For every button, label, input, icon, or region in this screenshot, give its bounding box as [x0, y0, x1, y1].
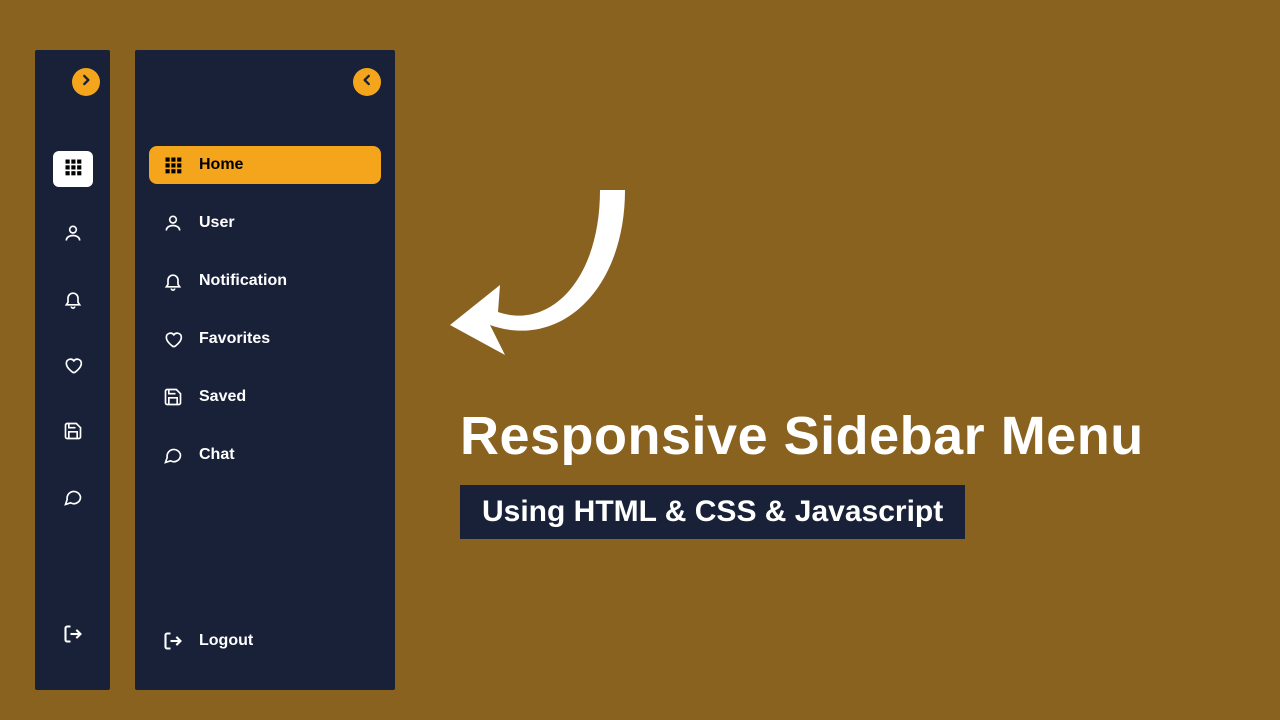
- sidebar-item-favorites[interactable]: [53, 349, 93, 385]
- bell-icon: [163, 271, 183, 291]
- hero-subtitle-box: Using HTML & CSS & Javascript: [460, 485, 965, 539]
- collapse-toggle-button[interactable]: [353, 68, 381, 96]
- sidebar-item-label: User: [199, 214, 235, 232]
- sidebar-expanded-items: Home User Notification Favorites Saved: [135, 146, 395, 474]
- chevron-right-icon: [79, 73, 93, 92]
- sidebar-item-home[interactable]: [53, 151, 93, 187]
- sidebar-item-logout[interactable]: Logout: [149, 622, 381, 660]
- sidebar-item-user[interactable]: [53, 217, 93, 253]
- sidebar-item-chat[interactable]: Chat: [149, 436, 381, 474]
- heart-icon: [163, 329, 183, 349]
- logout-icon: [63, 624, 83, 649]
- sidebar-expanded: Home User Notification Favorites Saved: [135, 50, 395, 690]
- expand-toggle-button[interactable]: [72, 68, 100, 96]
- sidebar-item-label: Logout: [199, 632, 253, 650]
- grid-icon: [63, 157, 83, 182]
- grid-icon: [163, 155, 183, 175]
- chevron-left-icon: [360, 73, 374, 92]
- sidebar-item-label: Saved: [199, 388, 246, 406]
- sidebar-item-chat[interactable]: [53, 481, 93, 517]
- hero-subtitle: Using HTML & CSS & Javascript: [482, 495, 943, 528]
- sidebar-item-favorites[interactable]: Favorites: [149, 320, 381, 358]
- sidebar-item-home[interactable]: Home: [149, 146, 381, 184]
- chat-icon: [163, 445, 183, 465]
- hero-title: Responsive Sidebar Menu: [460, 405, 1250, 467]
- sidebar-item-label: Favorites: [199, 330, 270, 348]
- sidebar-item-saved[interactable]: [53, 415, 93, 451]
- sidebar-collapsed: [35, 50, 110, 690]
- user-icon: [163, 213, 183, 233]
- hero: Responsive Sidebar Menu Using HTML & CSS…: [460, 405, 1250, 539]
- heart-icon: [63, 355, 83, 380]
- save-icon: [63, 421, 83, 446]
- sidebar-item-user[interactable]: User: [149, 204, 381, 242]
- sidebar-item-saved[interactable]: Saved: [149, 378, 381, 416]
- bell-icon: [63, 289, 83, 314]
- sidebar-item-notification[interactable]: [53, 283, 93, 319]
- sidebar-collapsed-items: [35, 151, 110, 517]
- save-icon: [163, 387, 183, 407]
- sidebar-item-logout[interactable]: [53, 618, 93, 654]
- sidebar-item-label: Home: [199, 156, 243, 174]
- logout-icon: [163, 631, 183, 651]
- sidebar-item-label: Notification: [199, 272, 287, 290]
- sidebar-item-label: Chat: [199, 446, 235, 464]
- user-icon: [63, 223, 83, 248]
- curved-arrow-icon: [450, 150, 650, 370]
- chat-icon: [63, 487, 83, 512]
- sidebar-item-notification[interactable]: Notification: [149, 262, 381, 300]
